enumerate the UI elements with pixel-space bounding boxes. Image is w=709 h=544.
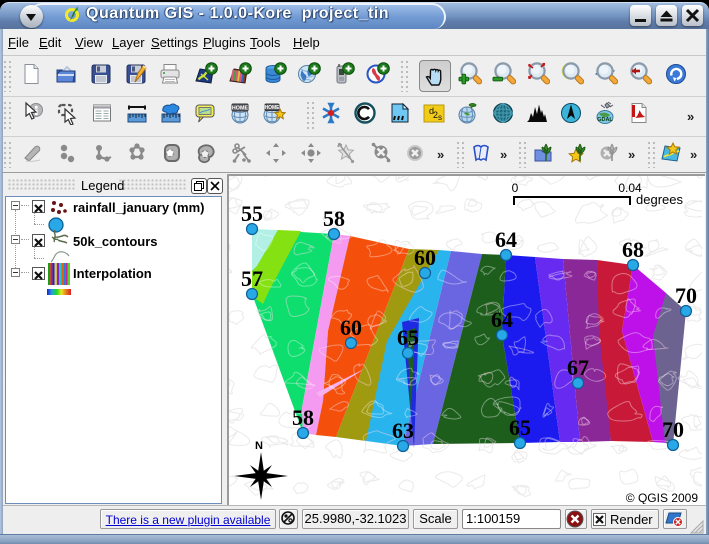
svg-text:70: 70 [675, 283, 697, 308]
svg-text:64: 64 [495, 227, 517, 252]
svg-text:67: 67 [567, 355, 589, 380]
svg-text:N: N [255, 440, 263, 452]
svg-text:0: 0 [512, 181, 519, 195]
svg-text:68: 68 [622, 237, 644, 262]
svg-text:60: 60 [414, 245, 436, 270]
svg-text:55: 55 [241, 201, 263, 226]
svg-text:65: 65 [397, 325, 419, 350]
svg-text:63: 63 [392, 418, 414, 443]
svg-text:s: s [438, 113, 442, 122]
svg-text:© QGIS 2009: © QGIS 2009 [626, 491, 699, 504]
svg-text:58: 58 [323, 206, 345, 231]
svg-text:57: 57 [241, 266, 263, 291]
svg-text:58: 58 [292, 405, 314, 430]
svg-text:HOME: HOME [265, 105, 281, 111]
svg-text:GDAL: GDAL [597, 117, 613, 123]
svg-text:64: 64 [491, 307, 513, 332]
svg-text:degrees: degrees [636, 192, 683, 207]
svg-text:70: 70 [662, 417, 684, 442]
svg-text:65: 65 [509, 415, 531, 440]
svg-text:HOME: HOME [232, 106, 249, 112]
svg-text:60: 60 [340, 315, 362, 340]
